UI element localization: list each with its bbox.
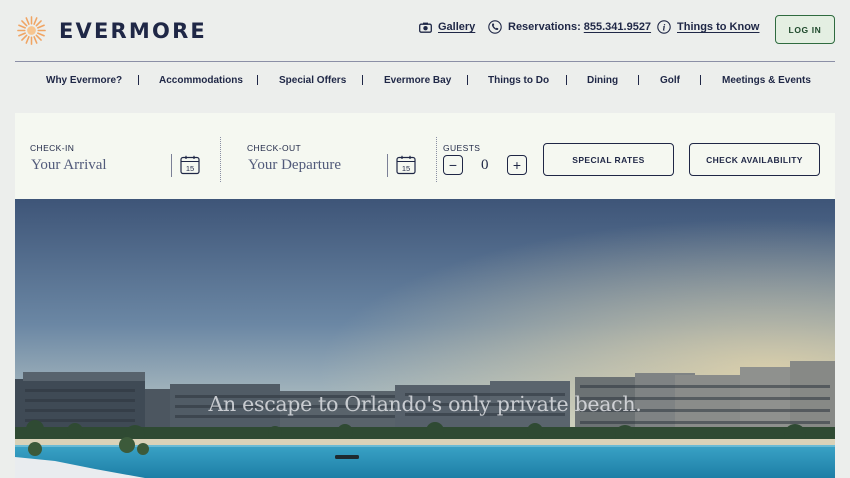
nav-separator [566,75,567,85]
nav-why-evermore[interactable]: Why Evermore? [46,75,122,86]
resort-lagoon-photo [15,199,835,478]
nav-separator [638,75,639,85]
nav-separator [138,75,139,85]
checkout-label: CHECK-OUT [247,143,302,153]
svg-text:i: i [663,24,666,34]
nav-separator [362,75,363,85]
guests-decrement-button[interactable]: − [443,155,463,175]
brand-name: EVERMORE [59,18,207,43]
things-to-know-link[interactable]: i Things to Know [657,20,759,34]
login-button[interactable]: LOG IN [775,15,835,44]
nav-dining[interactable]: Dining [587,75,618,86]
checkin-calendar-icon[interactable]: 15 [180,155,200,175]
nav-things-to-do[interactable]: Things to Do [488,75,549,86]
field-divider [171,154,172,177]
checkout-field[interactable]: Your Departure [248,157,341,174]
svg-text:15: 15 [402,164,410,173]
section-divider [220,137,221,182]
nav-accommodations[interactable]: Accommodations [159,75,243,86]
hero-image: An escape to Orlando's only private beac… [15,199,835,478]
reservations-label: Reservations: [508,21,581,33]
hero-tagline: An escape to Orlando's only private beac… [208,392,642,416]
svg-text:15: 15 [186,164,194,173]
brand-logo[interactable]: EVERMORE [16,15,207,46]
checkin-field[interactable]: Your Arrival [31,157,107,174]
booking-widget: CHECK-IN Your Arrival 15 CHECK-OUT Your … [15,113,835,199]
guests-label: GUESTS [443,143,481,153]
gallery-link[interactable]: Gallery [418,20,475,34]
check-availability-button[interactable]: CHECK AVAILABILITY [689,143,820,176]
guests-count: 0 [481,157,489,173]
main-nav: Why Evermore? Accommodations Special Off… [15,62,835,100]
guests-increment-button[interactable]: + [507,155,527,175]
field-divider [387,154,388,177]
reservations-link[interactable]: Reservations: 855.341.9527 [488,20,651,34]
section-divider [436,137,437,182]
checkin-label: CHECK-IN [30,143,75,153]
nav-meetings-events[interactable]: Meetings & Events [722,75,811,86]
nav-separator [257,75,258,85]
nav-separator [700,75,701,85]
special-rates-button[interactable]: SPECIAL RATES [543,143,674,176]
nav-evermore-bay[interactable]: Evermore Bay [384,75,451,86]
sunburst-logo-icon [17,16,46,45]
nav-golf[interactable]: Golf [660,75,680,86]
gallery-label: Gallery [438,21,476,33]
phone-icon [488,20,502,34]
reservations-phone[interactable]: 855.341.9527 [584,21,651,33]
info-icon: i [657,20,671,34]
top-bar: EVERMORE Gallery Reservations: 855.341.9… [0,0,850,62]
checkout-calendar-icon[interactable]: 15 [396,155,416,175]
camera-icon [418,20,432,34]
nav-special-offers[interactable]: Special Offers [279,75,346,86]
things-to-know-label: Things to Know [677,21,760,33]
nav-separator [467,75,468,85]
